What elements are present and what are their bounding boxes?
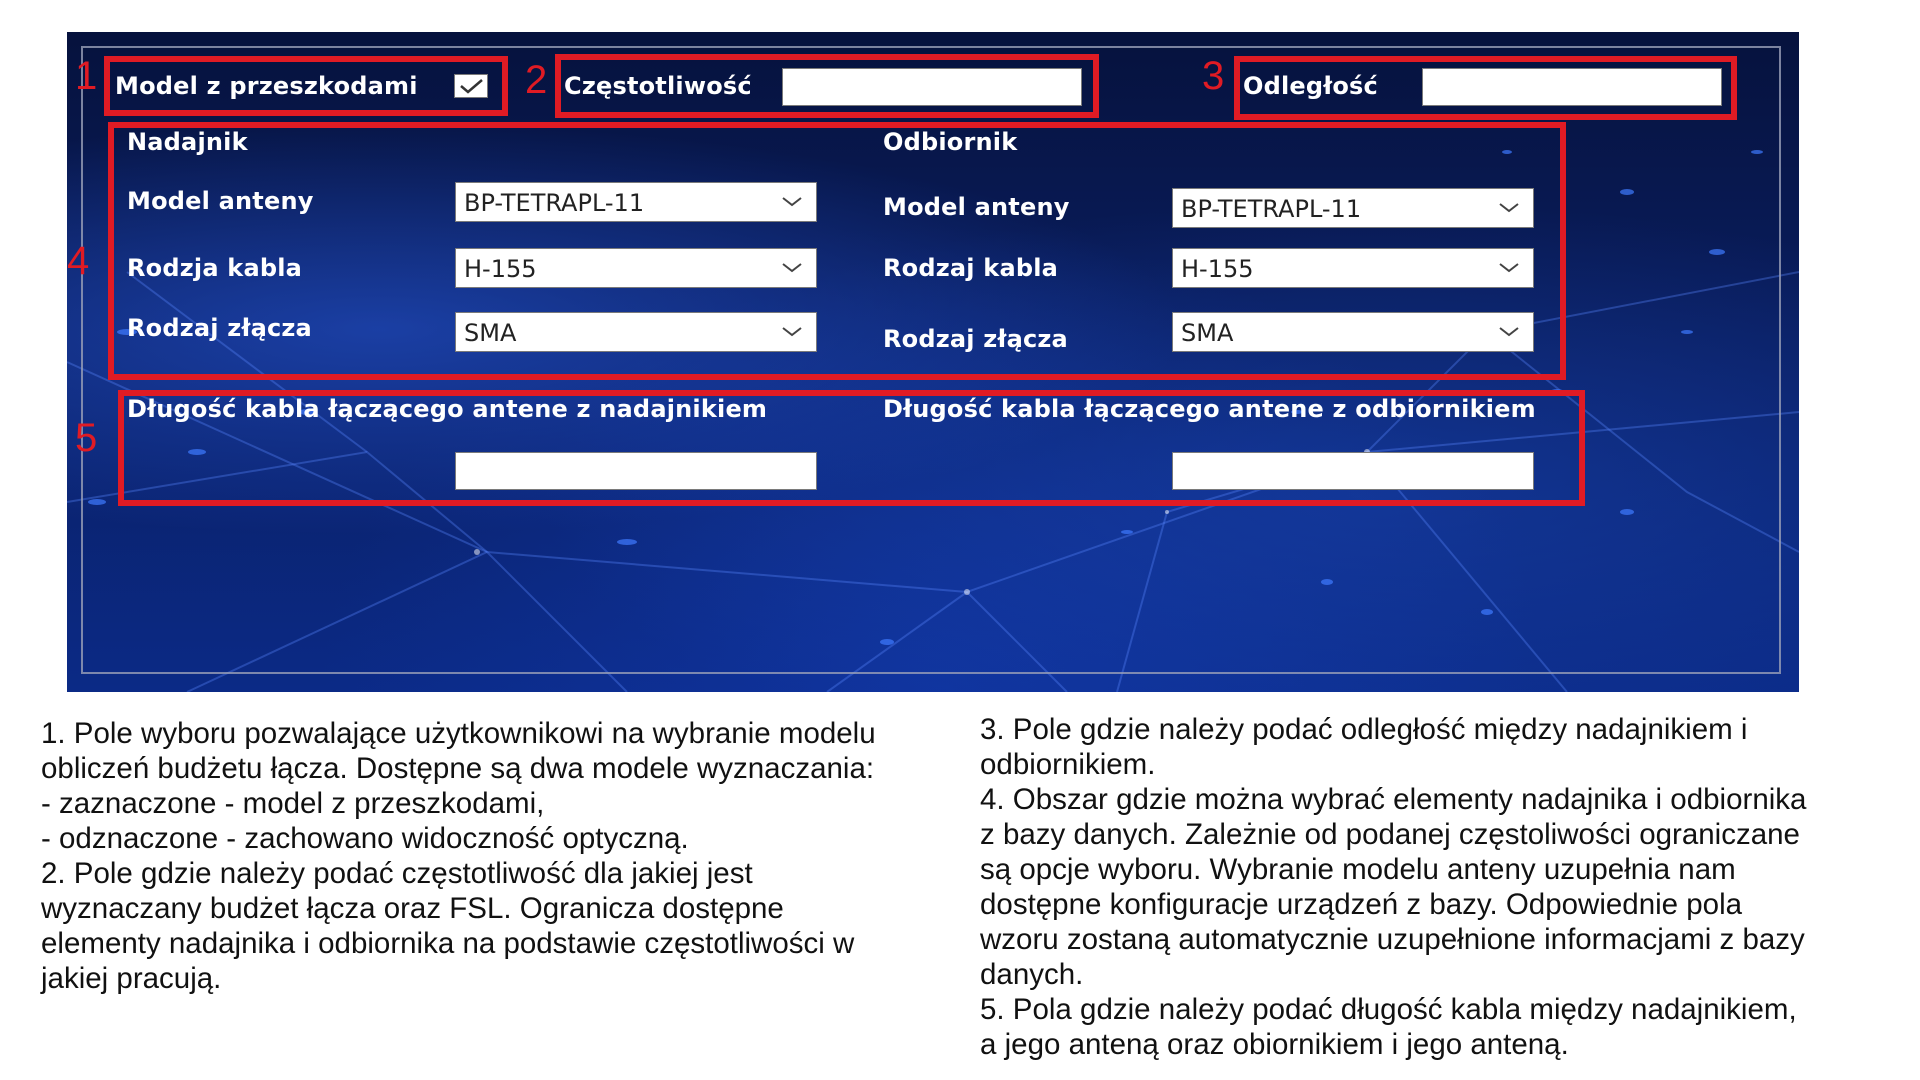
description-line: są opcje wyboru. Wybranie modelu anteny … bbox=[980, 853, 1736, 886]
description-line: obliczeń budżetu łącza. Dostępne są dwa … bbox=[41, 752, 875, 785]
description-line: a jego anteną oraz obiornikiem i jego an… bbox=[980, 1028, 1569, 1061]
description-line: dostępne konfiguracje urządzeń z bazy. O… bbox=[980, 888, 1743, 921]
description-line: odbiornikiem. bbox=[980, 748, 1156, 781]
description-line: 3. Pole gdzie należy podać odległość mię… bbox=[980, 713, 1748, 746]
description-line: elementy nadajnika i odbiornika na podst… bbox=[41, 927, 855, 960]
description-line: wzoru zostaną automatycznie uzupełnione … bbox=[980, 923, 1805, 956]
description-line: jakiej pracują. bbox=[41, 962, 222, 995]
description-line: - odznaczone - zachowano widoczność opty… bbox=[41, 822, 689, 855]
callout-box-4 bbox=[108, 122, 1566, 380]
callout-number-5: 5 bbox=[75, 416, 98, 460]
description-line: 2. Pole gdzie należy podać częstotliwość… bbox=[41, 857, 753, 890]
callout-number-1: 1 bbox=[75, 54, 98, 98]
description-line: 4. Obszar gdzie można wybrać elementy na… bbox=[980, 783, 1807, 816]
callout-number-4: 4 bbox=[67, 239, 90, 283]
callout-box-1 bbox=[104, 56, 508, 116]
description-line: z bazy danych. Zależnie od podanej częst… bbox=[980, 818, 1800, 851]
description-line: 1. Pole wyboru pozwalające użytkownikowi… bbox=[41, 717, 876, 750]
callout-number-3: 3 bbox=[1202, 54, 1225, 98]
description-line: wyznaczany budżet łącza oraz FSL. Ograni… bbox=[41, 892, 784, 925]
app-screenshot-panel: Model z przeszkodami Częstotliwość Odleg… bbox=[67, 32, 1799, 692]
description-line: 5. Pola gdzie należy podać długość kabla… bbox=[980, 993, 1797, 1026]
callout-box-3 bbox=[1234, 56, 1737, 120]
callout-box-2 bbox=[555, 54, 1099, 118]
description-right: 3. Pole gdzie należy podać odległość mię… bbox=[980, 712, 1806, 1062]
callout-number-2: 2 bbox=[525, 58, 548, 102]
description-line: danych. bbox=[980, 958, 1084, 991]
description-line: - zaznaczone - model z przeszkodami, bbox=[41, 787, 545, 820]
callout-box-5 bbox=[118, 390, 1585, 506]
description-left: 1. Pole wyboru pozwalające użytkownikowi… bbox=[41, 716, 876, 996]
